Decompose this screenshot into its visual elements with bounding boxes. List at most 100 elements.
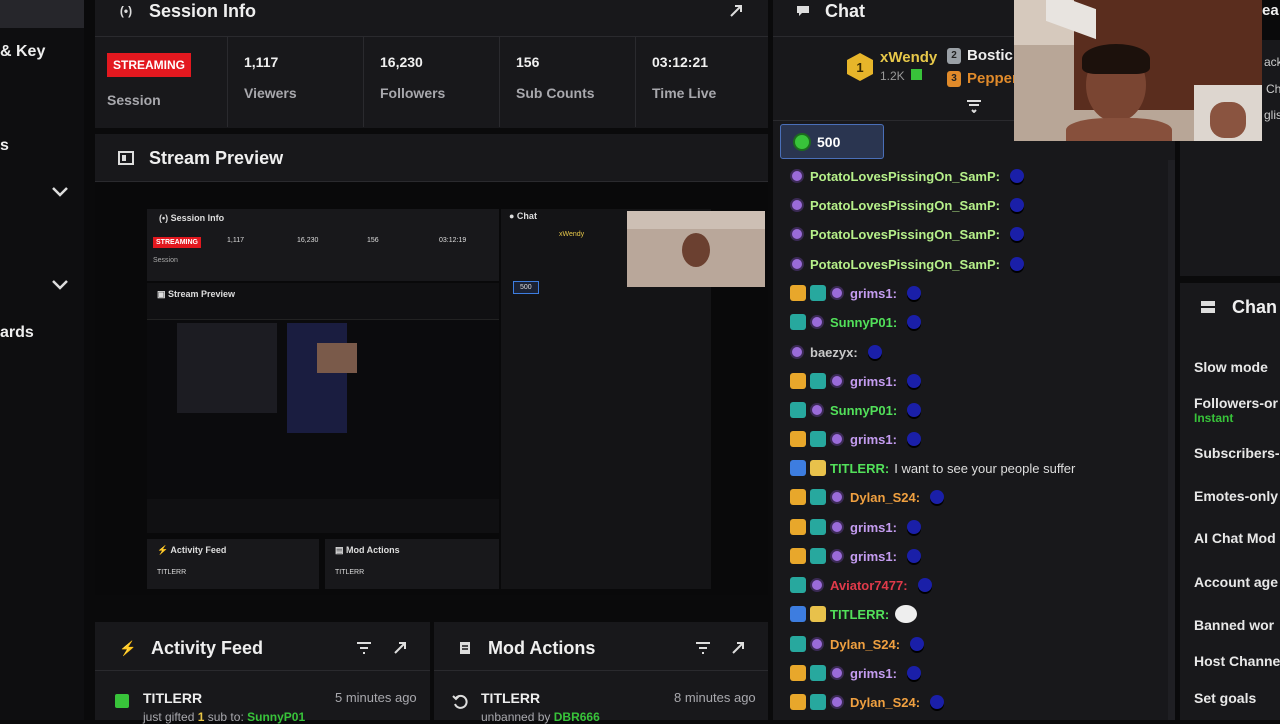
gift-badge-icon[interactable] xyxy=(790,577,806,593)
lightning-icon: ⚡ xyxy=(119,639,137,656)
gift-badge-icon[interactable] xyxy=(790,402,806,418)
chat-username[interactable]: SunnyP01: xyxy=(830,315,897,330)
sidebar-item-s[interactable]: s xyxy=(0,137,9,155)
setting-followers-only[interactable]: Followers-or xyxy=(1194,395,1278,411)
chat-message: Aviator7477: xyxy=(790,574,932,596)
preview-nested-mod: ▤ Mod Actions TITLERR xyxy=(325,539,499,589)
stream-preview-video[interactable]: (•) Session Info STREAMING Session 1,117… xyxy=(95,183,768,595)
chat-username[interactable]: PotatoLovesPissingOn_SamP: xyxy=(810,169,1000,184)
document-icon xyxy=(458,641,472,655)
chat-username[interactable]: Dylan_S24: xyxy=(850,490,920,505)
crown-badge-icon[interactable] xyxy=(790,489,806,505)
setting-host-channel[interactable]: Host Channe xyxy=(1194,653,1280,669)
chat-message: TITLERR: xyxy=(790,603,918,625)
gift-badge-icon[interactable] xyxy=(810,548,826,564)
crown-badge-icon[interactable] xyxy=(790,665,806,681)
sidebar-item-boards[interactable]: ards xyxy=(0,324,34,342)
stat-followers: 16,230 Followers xyxy=(364,37,500,127)
chat-message: SunnyP01: xyxy=(790,311,922,333)
gift-badge-icon[interactable] xyxy=(810,285,826,301)
activity-detail: just gifted 1 sub to: SunnyP01 xyxy=(143,710,306,724)
gift-badge-icon[interactable] xyxy=(810,431,826,447)
chat-username[interactable]: Dylan_S24: xyxy=(830,637,900,652)
pick-badge-icon[interactable] xyxy=(790,460,806,476)
leader-name[interactable]: xWendy xyxy=(880,49,937,66)
chat-username[interactable]: grims1: xyxy=(850,432,897,447)
leader-name[interactable]: Bostic xyxy=(967,47,1013,64)
chat-username[interactable]: PotatoLovesPissingOn_SamP: xyxy=(810,257,1000,272)
chat-username[interactable]: grims1: xyxy=(850,549,897,564)
chat-bubble-icon xyxy=(795,5,811,17)
expand-list-icon[interactable] xyxy=(965,98,983,114)
chat-username[interactable]: grims1: xyxy=(850,520,897,535)
chat-username[interactable]: SunnyP01: xyxy=(830,403,897,418)
crown-badge-icon[interactable] xyxy=(790,285,806,301)
chat-message: TITLERR: I want to see your people suffer xyxy=(790,457,1075,479)
chat-username[interactable]: TITLERR: xyxy=(830,461,889,476)
chat-username[interactable]: PotatoLovesPissingOn_SamP: xyxy=(810,198,1000,213)
setting-set-goals[interactable]: Set goals xyxy=(1194,690,1256,706)
gift-badge-icon[interactable] xyxy=(810,665,826,681)
preview-nested-webcam xyxy=(627,211,765,287)
gift-icon xyxy=(911,69,923,80)
gift-badge-icon[interactable] xyxy=(810,694,826,710)
setting-slow-mode[interactable]: Slow mode xyxy=(1194,359,1268,375)
points-icon xyxy=(793,132,811,151)
pick-badge-icon[interactable] xyxy=(790,606,806,622)
setting-banned-words[interactable]: Banned wor xyxy=(1194,617,1274,633)
crown-badge-icon[interactable] xyxy=(790,548,806,564)
edge-text: ack xyxy=(1264,55,1280,69)
channel-points-button[interactable]: 500 xyxy=(780,124,884,159)
avatar xyxy=(790,227,804,241)
crown-badge-icon[interactable] xyxy=(790,431,806,447)
leader-name[interactable]: Pepper xyxy=(967,70,1018,87)
box-badge-icon[interactable] xyxy=(810,606,826,622)
chat-username[interactable]: grims1: xyxy=(850,374,897,389)
chevron-down-icon[interactable] xyxy=(50,182,70,202)
chat-username[interactable]: Aviator7477: xyxy=(830,578,908,593)
avatar xyxy=(810,637,824,651)
popout-icon[interactable] xyxy=(727,2,745,20)
chat-message: Dylan_S24: xyxy=(790,691,945,713)
gift-badge-icon[interactable] xyxy=(790,636,806,652)
chat-username[interactable]: grims1: xyxy=(850,286,897,301)
gift-badge-icon[interactable] xyxy=(810,519,826,535)
chat-message: PotatoLovesPissingOn_SamP: xyxy=(790,253,1024,275)
popout-icon[interactable] xyxy=(729,640,747,656)
box-badge-icon[interactable] xyxy=(810,460,826,476)
chat-username[interactable]: Dylan_S24: xyxy=(850,695,920,710)
chat-username[interactable]: baezyx: xyxy=(810,345,858,360)
mod-user[interactable]: TITLERR xyxy=(481,690,540,706)
crown-badge-icon[interactable] xyxy=(790,694,806,710)
chat-scrollbar[interactable] xyxy=(1168,160,1175,720)
activity-feed-panel: ⚡ Activity Feed TITLERR 5 minutes ago ju… xyxy=(95,622,430,724)
emote-icon xyxy=(906,286,921,300)
activity-user[interactable]: TITLERR xyxy=(143,690,202,706)
avatar xyxy=(830,490,844,504)
gift-badge-icon[interactable] xyxy=(810,489,826,505)
crown-badge-icon[interactable] xyxy=(790,519,806,535)
crown-badge-icon[interactable] xyxy=(790,373,806,389)
gift-badge-icon[interactable] xyxy=(810,373,826,389)
chat-username[interactable]: grims1: xyxy=(850,666,897,681)
gift-badge-icon[interactable] xyxy=(790,314,806,330)
webcam-overlay xyxy=(1014,0,1262,141)
activity-time: 5 minutes ago xyxy=(335,690,417,705)
setting-subscribers-only[interactable]: Subscribers- xyxy=(1194,445,1280,461)
mod-actions-panel: Mod Actions TITLERR 8 minutes ago unbann… xyxy=(434,622,768,724)
sidebar-active-item[interactable] xyxy=(0,0,84,28)
setting-ai-chat-mod[interactable]: AI Chat Mod xyxy=(1194,530,1276,546)
settings-icon xyxy=(1200,300,1216,314)
popout-icon[interactable] xyxy=(391,640,409,656)
setting-account-age[interactable]: Account age xyxy=(1194,574,1278,590)
emote-icon xyxy=(906,666,921,680)
filter-icon[interactable] xyxy=(694,640,712,656)
chat-username[interactable]: PotatoLovesPissingOn_SamP: xyxy=(810,227,1000,242)
filter-icon[interactable] xyxy=(355,640,373,656)
chevron-down-icon[interactable] xyxy=(50,275,70,295)
chat-message: PotatoLovesPissingOn_SamP: xyxy=(790,223,1024,245)
sidebar-item-keys[interactable]: & Key xyxy=(0,43,45,61)
chat-message: grims1: xyxy=(790,516,921,538)
setting-emotes-only[interactable]: Emotes-only xyxy=(1194,488,1278,504)
chat-username[interactable]: TITLERR: xyxy=(830,607,889,622)
